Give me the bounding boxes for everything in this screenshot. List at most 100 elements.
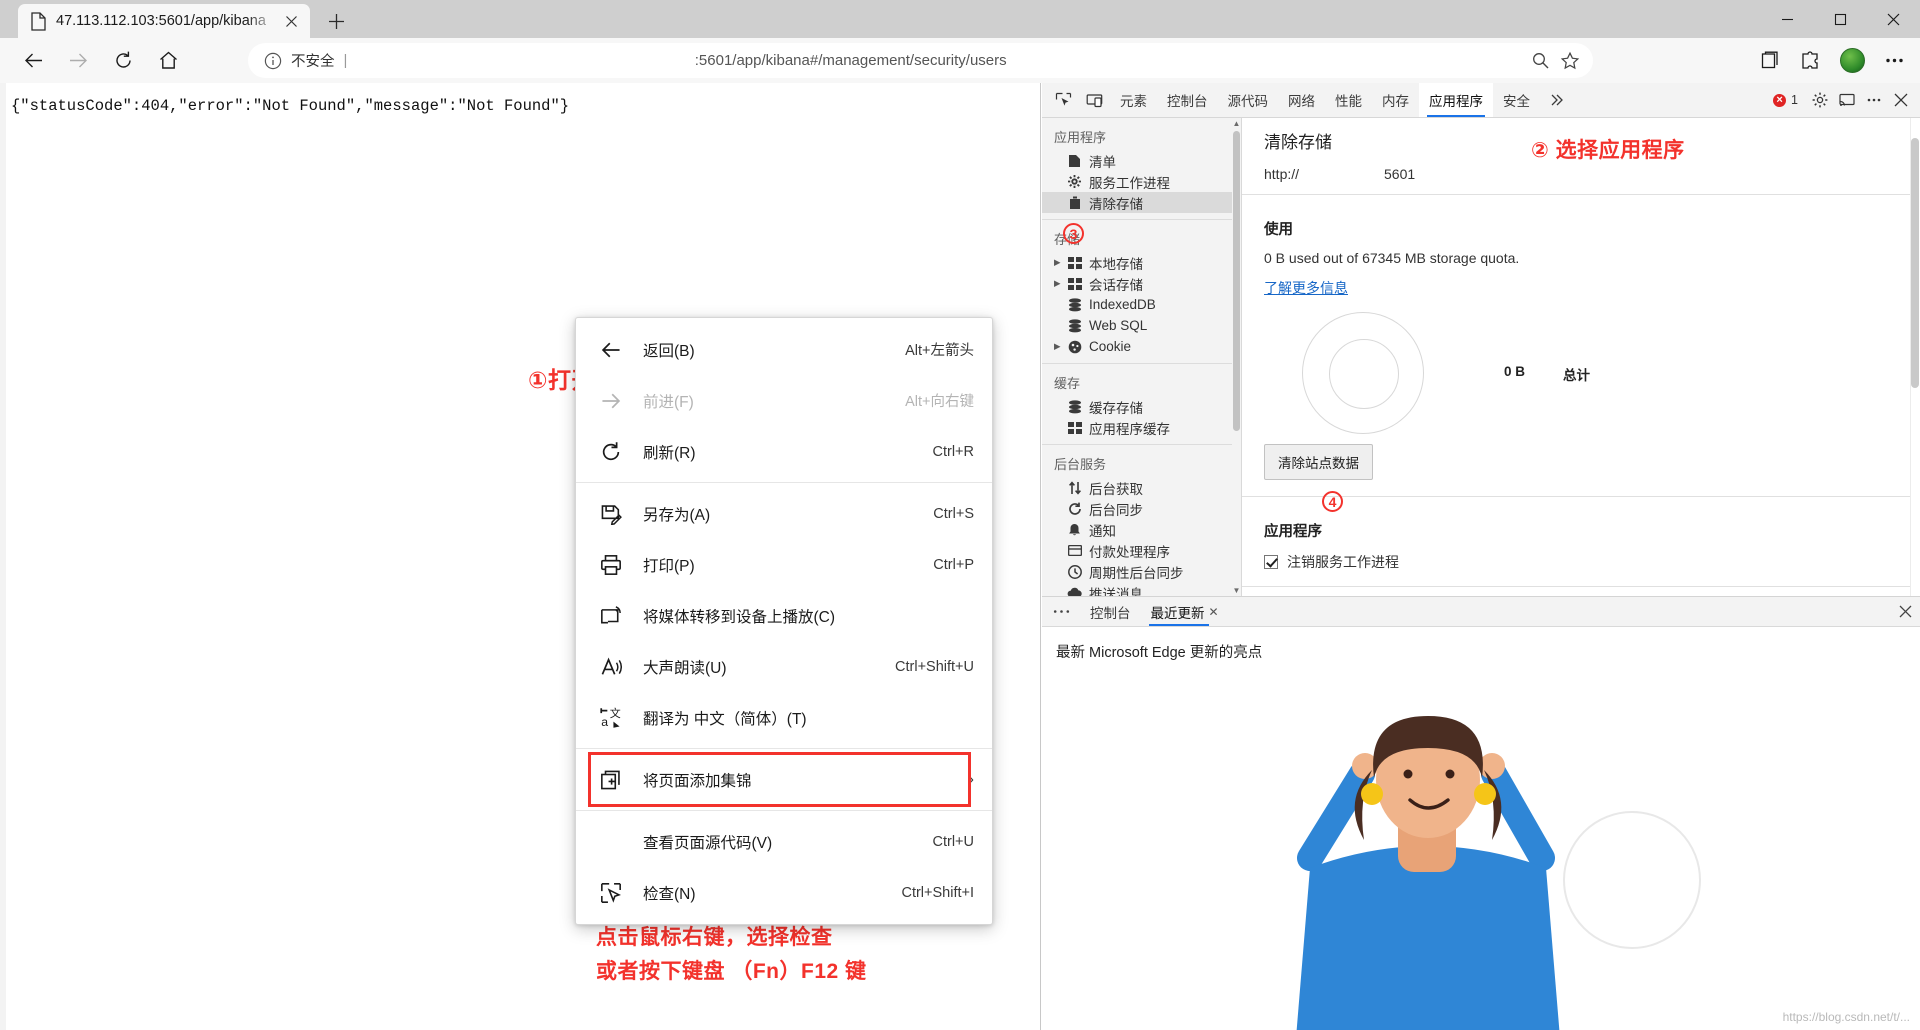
sidebar-item-2[interactable]: 服务工作进程 xyxy=(1042,171,1241,192)
sidebar-item-6[interactable]: 推送消息 xyxy=(1042,582,1241,596)
url-text[interactable]: :5601/app/kibana#/management/security/us… xyxy=(356,52,1525,69)
devtools-tab-1[interactable]: 元素 xyxy=(1110,83,1157,117)
sidebar-item-5[interactable]: ▶Cookie xyxy=(1042,336,1241,357)
drawer-tab-1[interactable]: 控制台 xyxy=(1080,597,1141,626)
sidebar-item-2[interactable]: ▶ 会话存储 xyxy=(1042,273,1241,294)
watermark-text: https://blog.csdn.net/t/... xyxy=(1783,1010,1910,1024)
chevron-right-icon[interactable]: ▶ xyxy=(1054,278,1063,289)
context-menu-item[interactable]: 将页面添加集锦› xyxy=(576,754,992,805)
devtools-close-button[interactable] xyxy=(1887,87,1914,114)
chevron-right-icon[interactable]: ▶ xyxy=(1054,341,1063,352)
home-button[interactable] xyxy=(149,42,187,80)
search-icon[interactable] xyxy=(1525,46,1555,76)
device-toolbar-button[interactable] xyxy=(1079,83,1110,117)
collections-button[interactable] xyxy=(1750,41,1790,79)
sidebar-item-label: 周期性后台同步 xyxy=(1089,562,1184,582)
sidebar-item-1[interactable]: 后台获取 xyxy=(1042,477,1241,498)
sidebar-item-3[interactable]: 通知 xyxy=(1042,519,1241,540)
devtools-tab-8[interactable]: 安全 xyxy=(1493,83,1540,117)
context-menu-item[interactable]: a文翻译为 中文（简体）(T) xyxy=(576,692,992,743)
sidebar-item-1[interactable]: 缓存存储 xyxy=(1042,396,1241,417)
sidebar-scrollbar-thumb[interactable] xyxy=(1233,131,1240,431)
checkbox-icon[interactable] xyxy=(1264,555,1278,569)
drawer-more-button[interactable] xyxy=(1042,597,1080,626)
context-menu[interactable]: 返回(B)Alt+左箭头前进(F)Alt+向右键刷新(R)Ctrl+R另存为(A… xyxy=(575,317,993,925)
chevron-right-icon[interactable]: ▶ xyxy=(1054,257,1063,268)
omnibox-separator: | xyxy=(344,52,348,69)
context-menu-item[interactable]: 大声朗读(U)Ctrl+Shift+U xyxy=(576,641,992,692)
minimize-button[interactable] xyxy=(1761,0,1814,38)
sidebar-item-2[interactable]: 后台同步 xyxy=(1042,498,1241,519)
sidebar-item-4[interactable]: Web SQL xyxy=(1042,315,1241,336)
devtools-more-button[interactable] xyxy=(1860,87,1887,114)
scroll-up-arrow[interactable]: ▲ xyxy=(1232,118,1241,129)
browser-title-bar: 47.113.112.103:5601/app/kibana xyxy=(0,0,1920,38)
info-circle-icon[interactable] xyxy=(264,52,282,70)
main-panel-scrollbar-thumb[interactable] xyxy=(1911,138,1919,388)
sidebar-scrollbar[interactable]: ▲ ▼ xyxy=(1232,118,1241,596)
settings-and-more-button[interactable] xyxy=(1874,41,1914,79)
application-sidebar[interactable]: 应用程序清单服务工作进程清除存储存储▶本地存储▶会话存储IndexedDBWeb… xyxy=(1042,118,1242,596)
sidebar-item-4[interactable]: 付款处理程序 xyxy=(1042,540,1241,561)
sidebar-item-label: 会话存储 xyxy=(1089,274,1143,294)
drawer-tab-2[interactable]: 最近更新✕ xyxy=(1141,597,1229,626)
star-icon[interactable] xyxy=(1555,46,1585,76)
extensions-button[interactable] xyxy=(1790,41,1830,79)
context-menu-item[interactable]: 打印(P)Ctrl+P xyxy=(576,539,992,590)
close-icon[interactable]: ✕ xyxy=(1209,605,1219,619)
arrow-right-icon xyxy=(600,390,622,412)
back-button[interactable] xyxy=(14,42,52,80)
inspect-element-button[interactable] xyxy=(1048,83,1079,117)
devtools-cast-button[interactable] xyxy=(1833,87,1860,114)
sidebar-item-2[interactable]: 应用程序缓存 xyxy=(1042,417,1241,438)
devtools-tab-5[interactable]: 性能 xyxy=(1325,83,1372,117)
browser-tab[interactable]: 47.113.112.103:5601/app/kibana xyxy=(18,4,310,38)
reload-button[interactable] xyxy=(104,42,142,80)
clear-site-data-button[interactable]: 清除站点数据 xyxy=(1264,444,1373,480)
context-menu-item-label: 将媒体转移到设备上播放(C) xyxy=(643,605,974,627)
close-icon[interactable] xyxy=(278,8,304,34)
context-menu-item[interactable]: 将媒体转移到设备上播放(C) xyxy=(576,590,992,641)
context-menu-item[interactable]: 查看页面源代码(V)Ctrl+U xyxy=(576,816,992,867)
context-menu-item-shortcut: Ctrl+Shift+U xyxy=(895,659,974,675)
context-menu-item[interactable]: 检查(N)Ctrl+Shift+I xyxy=(576,867,992,918)
devtools-tab-bar-actions: × 1 xyxy=(1773,83,1920,117)
address-bar[interactable]: 不安全 | :5601/app/kibana#/management/secur… xyxy=(248,43,1593,78)
storage-checkbox-section: 存储 本地和会话存储IndexedDB xyxy=(1242,587,1920,596)
context-menu-item[interactable]: 另存为(A)Ctrl+S xyxy=(576,488,992,539)
close-button[interactable] xyxy=(1867,0,1920,38)
drawer-tab-label: 控制台 xyxy=(1090,602,1131,622)
devtools-panel: 元素控制台源代码网络性能内存应用程序安全 × 1 xyxy=(1042,83,1920,1030)
context-menu-item[interactable]: 刷新(R)Ctrl+R xyxy=(576,426,992,477)
home-icon xyxy=(158,50,179,71)
sidebar-item-5[interactable]: 周期性后台同步 xyxy=(1042,561,1241,582)
profile-button[interactable] xyxy=(1830,41,1874,79)
donut-legend: 0 B 总计 xyxy=(1504,364,1590,384)
devtools-tab-2[interactable]: 控制台 xyxy=(1157,83,1218,117)
device-toolbar-icon xyxy=(1086,92,1103,109)
checkbox-row[interactable]: 注销服务工作进程 xyxy=(1264,552,1898,572)
more-tabs-button[interactable] xyxy=(1540,83,1574,117)
learn-more-link[interactable]: 了解更多信息 xyxy=(1264,280,1348,296)
devtools-tab-6[interactable]: 内存 xyxy=(1372,83,1419,117)
devtools-tab-3[interactable]: 源代码 xyxy=(1218,83,1279,117)
new-tab-button[interactable] xyxy=(320,6,352,36)
devtools-tab-7[interactable]: 应用程序 xyxy=(1419,83,1493,117)
inspect-icon xyxy=(598,882,624,904)
forward-button[interactable] xyxy=(59,42,97,80)
scroll-down-arrow[interactable]: ▼ xyxy=(1232,585,1241,596)
collections-add-icon xyxy=(600,769,622,791)
error-count-badge[interactable]: × 1 xyxy=(1773,93,1798,107)
cookie-icon xyxy=(1066,340,1083,354)
maximize-button[interactable] xyxy=(1814,0,1867,38)
sidebar-item-1[interactable]: ▶本地存储 xyxy=(1042,252,1241,273)
sidebar-item-3[interactable]: 清除存储 xyxy=(1042,192,1241,213)
devtools-settings-button[interactable] xyxy=(1806,87,1833,114)
sidebar-item-1[interactable]: 清单 xyxy=(1042,150,1241,171)
printer-icon xyxy=(598,554,624,576)
main-panel-scrollbar[interactable] xyxy=(1910,118,1920,596)
context-menu-item[interactable]: 返回(B)Alt+左箭头 xyxy=(576,324,992,375)
drawer-close-button[interactable] xyxy=(1890,597,1920,626)
devtools-tab-4[interactable]: 网络 xyxy=(1278,83,1325,117)
sidebar-item-3[interactable]: IndexedDB xyxy=(1042,294,1241,315)
